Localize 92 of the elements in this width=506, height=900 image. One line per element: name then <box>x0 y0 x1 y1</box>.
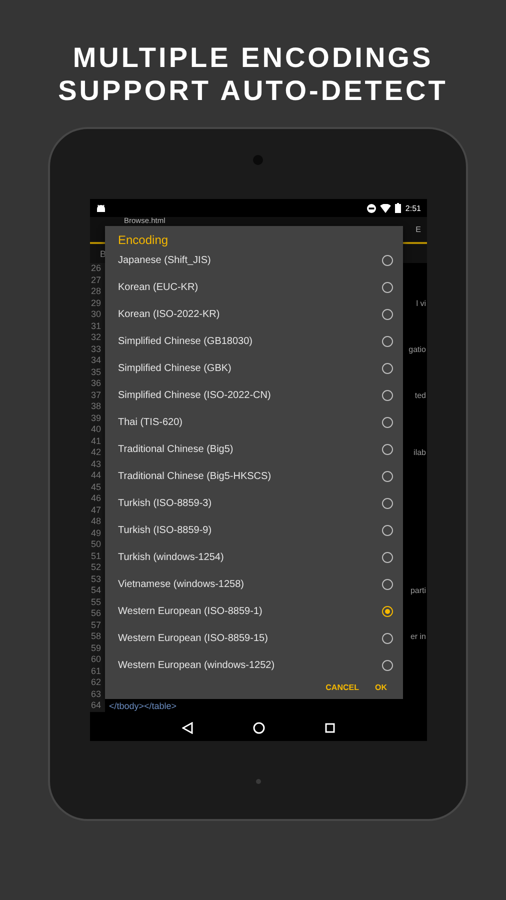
line-number: 44 <box>90 470 105 482</box>
line-number: 52 <box>90 562 105 574</box>
wifi-icon <box>380 204 392 212</box>
encoding-option[interactable]: Vietnamese (windows-1258) <box>118 571 393 598</box>
line-number: 35 <box>90 366 105 378</box>
encoding-option[interactable]: Turkish (ISO-8859-9) <box>118 517 393 544</box>
line-number: 64 <box>90 700 105 712</box>
line-number: 58 <box>90 631 105 642</box>
radio-button[interactable] <box>382 336 393 347</box>
radio-button[interactable] <box>382 282 393 293</box>
line-number: 30 <box>90 309 105 320</box>
encoding-option[interactable]: Traditional Chinese (Big5-HKSCS) <box>118 463 393 490</box>
line-number: 37 <box>90 390 105 401</box>
line-number: 31 <box>90 320 105 332</box>
line-number: 33 <box>90 344 105 355</box>
line-number: 49 <box>90 528 105 539</box>
radio-button[interactable] <box>382 444 393 455</box>
code-text: er in <box>410 632 427 642</box>
line-number: 28 <box>90 286 105 298</box>
line-number: 43 <box>90 458 105 470</box>
radio-button[interactable] <box>382 606 393 617</box>
home-icon[interactable] <box>253 722 265 734</box>
code-text: ted <box>414 390 427 400</box>
radio-button[interactable] <box>382 552 393 563</box>
line-number: 32 <box>90 332 105 344</box>
android-icon <box>96 204 106 212</box>
line-number: 47 <box>90 504 105 516</box>
dialog-title: Encoding <box>118 233 170 247</box>
radio-button[interactable] <box>382 255 393 266</box>
encoding-option[interactable]: Thai (TIS-620) <box>118 409 393 436</box>
encoding-option[interactable]: Simplified Chinese (GBK) <box>118 355 393 382</box>
line-number: 45 <box>90 482 105 493</box>
radio-button[interactable] <box>382 579 393 590</box>
line-number: 54 <box>90 585 105 596</box>
radio-button[interactable] <box>382 309 393 320</box>
encoding-option[interactable]: Traditional Chinese (Big5) <box>118 436 393 463</box>
action-label[interactable]: E <box>416 225 421 234</box>
radio-button[interactable] <box>382 660 393 671</box>
line-number: 60 <box>90 654 105 666</box>
line-number: 56 <box>90 608 105 620</box>
line-number: 38 <box>90 401 105 412</box>
encoding-option[interactable]: Western European (windows-1252) <box>118 652 393 679</box>
radio-button[interactable] <box>382 417 393 428</box>
radio-button[interactable] <box>382 363 393 374</box>
ok-button[interactable]: OK <box>369 679 393 696</box>
headline: SUPPORT AUTO-DETECT <box>58 74 448 107</box>
encoding-option[interactable]: Korean (EUC-KR) <box>118 274 393 301</box>
line-number: 46 <box>90 493 105 504</box>
line-number: 63 <box>90 688 105 700</box>
do-not-disturb-icon <box>367 204 376 212</box>
code-text: </tbody></table> <box>109 700 177 711</box>
code-text: gatio <box>408 344 427 354</box>
line-number: 57 <box>90 620 105 631</box>
line-number: 61 <box>90 666 105 677</box>
cancel-button[interactable]: CANCEL <box>320 679 365 696</box>
line-number: 40 <box>90 424 105 436</box>
encoding-option[interactable]: Simplified Chinese (GB18030) <box>118 328 393 355</box>
code-text: ilab <box>414 448 427 458</box>
line-number: 42 <box>90 447 105 458</box>
battery-icon <box>395 203 402 213</box>
line-number: 62 <box>90 677 105 688</box>
encoding-option[interactable]: Simplified Chinese (ISO-2022-CN) <box>118 382 393 409</box>
line-number: 51 <box>90 550 105 562</box>
encoding-option[interactable]: Western European (ISO-8859-1) <box>118 598 393 625</box>
recents-icon[interactable] <box>325 722 335 732</box>
line-number: 53 <box>90 574 105 585</box>
line-number: 39 <box>90 412 105 424</box>
radio-button[interactable] <box>382 525 393 536</box>
line-number: 36 <box>90 378 105 390</box>
line-number: 59 <box>90 642 105 654</box>
code-text: parti <box>410 586 427 596</box>
encoding-option[interactable]: Western European (ISO-8859-15) <box>118 625 393 652</box>
line-number: 26 <box>90 263 105 274</box>
headline: MULTIPLE ENCODINGS <box>72 41 434 74</box>
radio-button[interactable] <box>382 390 393 401</box>
clock: 2:51 <box>405 204 421 212</box>
line-number: 34 <box>90 355 105 366</box>
line-number: 29 <box>90 298 105 309</box>
encoding-option[interactable]: Korean (ISO-2022-KR) <box>118 301 393 328</box>
code-text: l vi <box>416 298 427 308</box>
encoding-option[interactable]: Turkish (ISO-8859-3) <box>118 490 393 517</box>
radio-button[interactable] <box>382 471 393 482</box>
back-icon[interactable] <box>182 722 193 734</box>
encoding-option[interactable]: Japanese (Shift_JIS) <box>118 247 393 274</box>
line-number: 27 <box>90 274 105 286</box>
line-number: 55 <box>90 596 105 608</box>
line-number: 48 <box>90 516 105 528</box>
line-number: 41 <box>90 436 105 447</box>
encoding-option[interactable]: Turkish (windows-1254) <box>118 544 393 571</box>
radio-button[interactable] <box>382 633 393 644</box>
line-number: 50 <box>90 539 105 550</box>
radio-button[interactable] <box>382 498 393 509</box>
